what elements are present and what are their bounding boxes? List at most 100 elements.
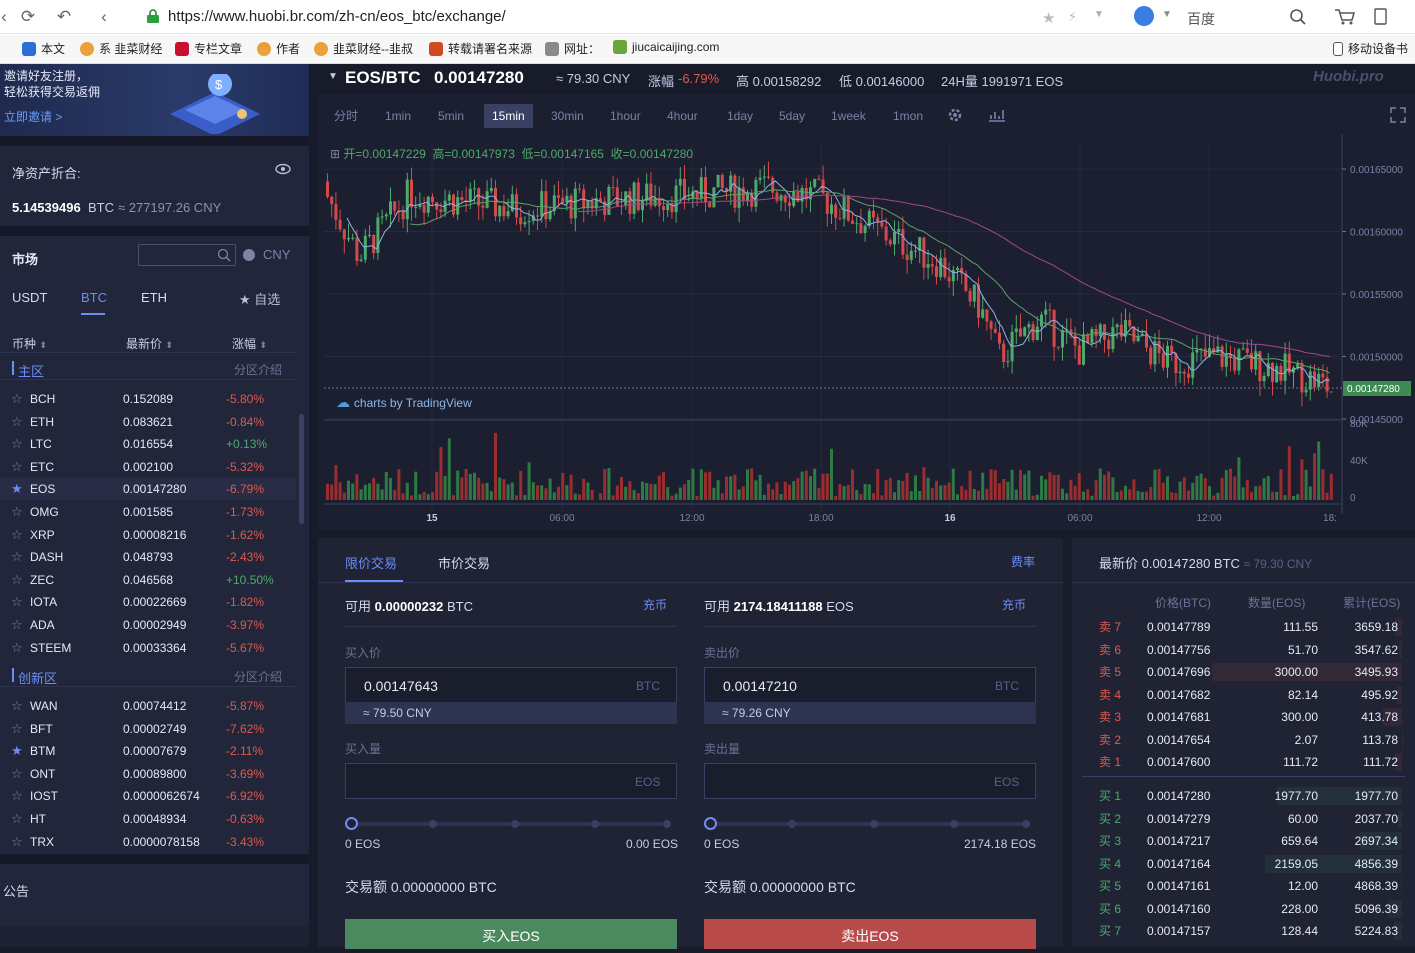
timeframe-1hour[interactable]: 1hour bbox=[602, 104, 649, 128]
market-row[interactable]: ☆DASH0.048793-2.43% bbox=[0, 546, 296, 568]
slider-knob[interactable] bbox=[704, 817, 717, 830]
tab-btc[interactable]: BTC bbox=[81, 290, 107, 305]
refresh-icon[interactable]: ⟳ bbox=[18, 7, 38, 27]
market-row[interactable]: ☆STEEM0.00033364-5.67% bbox=[0, 637, 296, 659]
tab-limit-order[interactable]: 限价交易 bbox=[345, 553, 397, 572]
market-row[interactable]: ☆XRP0.00008216-1.62% bbox=[0, 524, 296, 546]
favorite-star-icon[interactable]: ☆ bbox=[11, 546, 23, 568]
tab-usdt[interactable]: USDT bbox=[12, 290, 47, 305]
slider-dot[interactable] bbox=[788, 820, 796, 828]
back-small-icon[interactable]: ‹ bbox=[0, 7, 14, 27]
bid-row[interactable]: 买 10.001472801977.701977.70 bbox=[1072, 785, 1415, 807]
bid-row[interactable]: 买 20.0014727960.002037.70 bbox=[1072, 808, 1415, 830]
menu-icon[interactable] bbox=[1374, 8, 1388, 29]
bid-row[interactable]: 买 70.00147157128.445224.83 bbox=[1072, 920, 1415, 942]
slider-knob[interactable] bbox=[345, 817, 358, 830]
zone-main-intro[interactable]: 分区介绍 bbox=[234, 361, 282, 378]
market-row[interactable]: ☆OMG0.001585-1.73% bbox=[0, 501, 296, 523]
undo-icon[interactable]: ↶ bbox=[54, 7, 74, 27]
market-row[interactable]: ☆BFT0.00002749-7.62% bbox=[0, 718, 296, 740]
back-icon[interactable]: ‹ bbox=[94, 7, 114, 27]
favorite-star-icon[interactable]: ☆ bbox=[11, 524, 23, 546]
ask-row[interactable]: 卖 30.00147681300.00413.78 bbox=[1072, 706, 1415, 728]
bookmark-5[interactable]: 转载请署名来源 bbox=[429, 40, 532, 57]
cart-icon[interactable] bbox=[1334, 8, 1356, 29]
eye-icon[interactable] bbox=[275, 163, 291, 178]
col-coin[interactable]: 币种 ⬍ bbox=[12, 335, 47, 352]
sell-amount-input[interactable]: EOS bbox=[704, 763, 1036, 799]
tab-favorites[interactable]: ★ 自选 bbox=[239, 289, 280, 308]
sell-deposit-link[interactable]: 充币 bbox=[1002, 596, 1026, 613]
chevron-down-icon[interactable]: ▼ bbox=[328, 71, 338, 82]
favorite-star-icon[interactable]: ☆ bbox=[11, 718, 23, 740]
engine-chevron-icon[interactable]: ▼ bbox=[1162, 9, 1172, 20]
ask-row[interactable]: 卖 50.001476963000.003495.93 bbox=[1072, 661, 1415, 683]
market-row[interactable]: ★EOS0.00147280-6.79% bbox=[0, 478, 296, 500]
bookmark-3[interactable]: 作者 bbox=[257, 40, 300, 57]
slider-dot[interactable] bbox=[511, 820, 519, 828]
timeframe-1min[interactable]: 1min bbox=[377, 104, 419, 128]
bookmark-7[interactable]: jiucaicaijing.com bbox=[613, 40, 719, 54]
market-row[interactable]: ☆ADA0.00002949-3.97% bbox=[0, 614, 296, 636]
favorite-star-icon[interactable]: ☆ bbox=[11, 785, 23, 807]
buy-amount-slider[interactable] bbox=[351, 822, 671, 826]
buy-deposit-link[interactable]: 充币 bbox=[643, 596, 667, 613]
col-price[interactable]: 最新价 ⬍ bbox=[126, 335, 173, 352]
pair-name[interactable]: EOS/BTC bbox=[345, 68, 421, 88]
settings-gear-icon[interactable] bbox=[947, 107, 963, 126]
favorite-star-icon[interactable]: ★ bbox=[11, 478, 23, 500]
notice-panel[interactable]: 公告 bbox=[0, 864, 309, 912]
buy-price-input[interactable]: 0.00147643 BTC bbox=[345, 667, 677, 703]
sell-amount-slider[interactable] bbox=[710, 822, 1030, 826]
sell-price-value[interactable]: 0.00147210 bbox=[723, 678, 797, 694]
bid-row[interactable]: 买 50.0014716112.004868.39 bbox=[1072, 875, 1415, 897]
market-row[interactable]: ☆ZEC0.046568+10.50% bbox=[0, 569, 296, 591]
bookmark-6[interactable]: 网址： bbox=[545, 40, 600, 57]
favorite-star-icon[interactable]: ☆ bbox=[11, 637, 23, 659]
ask-row[interactable]: 卖 10.00147600111.72111.72 bbox=[1072, 751, 1415, 773]
indicators-icon[interactable] bbox=[988, 107, 1006, 126]
slider-dot[interactable] bbox=[1022, 820, 1030, 828]
ask-row[interactable]: 卖 20.001476542.07113.78 bbox=[1072, 729, 1415, 751]
market-row[interactable]: ☆ONT0.00089800-3.69% bbox=[0, 763, 296, 785]
search-icon[interactable] bbox=[1289, 8, 1307, 29]
market-row[interactable]: ☆IOST0.0000062674-6.92% bbox=[0, 785, 296, 807]
bookmark-4[interactable]: 韭菜财经--韭叔 bbox=[314, 40, 413, 57]
sell-button[interactable]: 卖出EOS bbox=[704, 919, 1036, 949]
favorite-star-icon[interactable]: ☆ bbox=[11, 456, 23, 478]
candlestick-chart[interactable]: 0.001650000.001600000.001550000.00150000… bbox=[318, 134, 1415, 530]
timeframe-15min[interactable]: 15min bbox=[484, 104, 533, 128]
slider-dot[interactable] bbox=[950, 820, 958, 828]
sell-price-input[interactable]: 0.00147210 BTC bbox=[704, 667, 1036, 703]
market-row[interactable]: ☆BCH0.152089-5.80% bbox=[0, 388, 296, 410]
timeframe-30min[interactable]: 30min bbox=[543, 104, 592, 128]
tradingview-attribution[interactable]: ☁ charts by TradingView bbox=[336, 394, 472, 411]
buy-amount-input[interactable]: EOS bbox=[345, 763, 677, 799]
slider-dot[interactable] bbox=[870, 820, 878, 828]
timeframe-4hour[interactable]: 4hour bbox=[659, 104, 706, 128]
favorite-star-icon[interactable]: ☆ bbox=[11, 763, 23, 785]
slider-dot[interactable] bbox=[591, 820, 599, 828]
ask-row[interactable]: 卖 60.0014775651.703547.62 bbox=[1072, 639, 1415, 661]
chevron-down-icon[interactable]: ▼ bbox=[1094, 9, 1104, 20]
currency-switch-icon[interactable] bbox=[243, 249, 255, 261]
slider-dot[interactable] bbox=[663, 820, 671, 828]
slider-dot[interactable] bbox=[429, 820, 437, 828]
scrollbar[interactable] bbox=[299, 414, 304, 524]
favorite-star-icon[interactable]: ☆ bbox=[11, 501, 23, 523]
fullscreen-icon[interactable] bbox=[1390, 107, 1406, 126]
favorite-star-icon[interactable]: ☆ bbox=[11, 411, 23, 433]
ask-row[interactable]: 卖 40.0014768282.14495.92 bbox=[1072, 684, 1415, 706]
bookmark-1[interactable]: 系 韭菜财经 bbox=[80, 40, 162, 57]
fee-link[interactable]: 费率 bbox=[1011, 553, 1035, 570]
zone-innov-intro[interactable]: 分区介绍 bbox=[234, 668, 282, 685]
favorite-star-icon[interactable]: ☆ bbox=[11, 569, 23, 591]
url-box[interactable]: https://www.huobi.br.com/zh-cn/eos_btc/e… bbox=[140, 4, 1114, 30]
buy-price-value[interactable]: 0.00147643 bbox=[364, 678, 438, 694]
timeframe-1mon[interactable]: 1mon bbox=[885, 104, 931, 128]
bookmark-8[interactable]: 移动设备书 bbox=[1333, 40, 1408, 57]
timeframe-1day[interactable]: 1day bbox=[719, 104, 761, 128]
bid-row[interactable]: 买 40.001471642159.054856.39 bbox=[1072, 853, 1415, 875]
invite-banner[interactable]: 邀请好友注册， 轻松获得交易返佣 立即邀请 > $ bbox=[0, 64, 309, 136]
market-row[interactable]: ☆ETC0.002100-5.32% bbox=[0, 456, 296, 478]
